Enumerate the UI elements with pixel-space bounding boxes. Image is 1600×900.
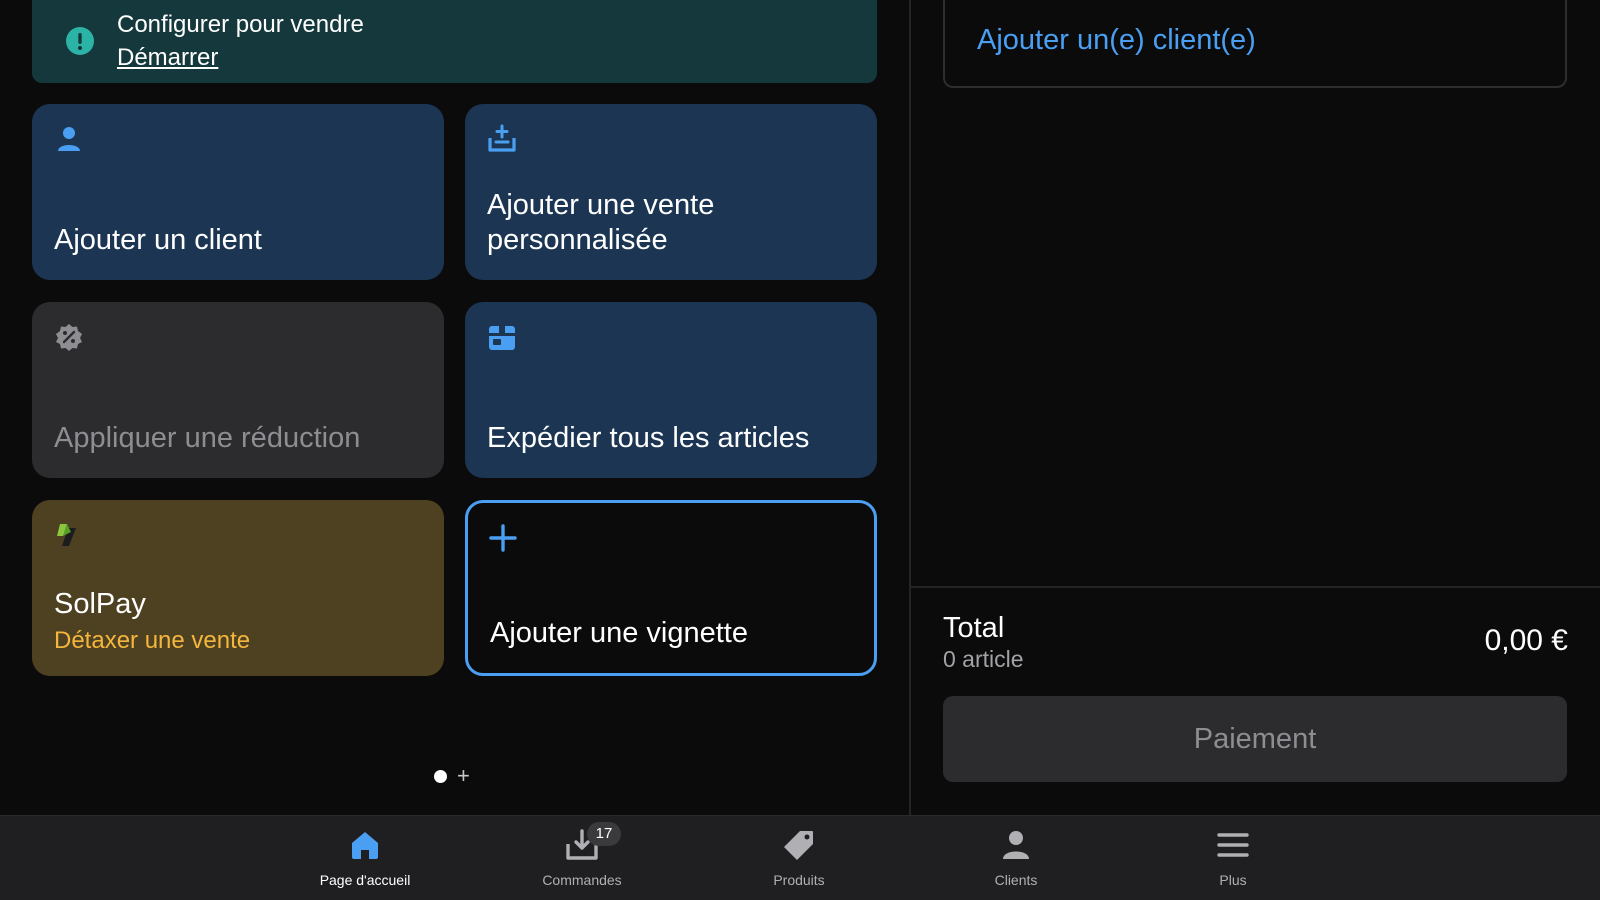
item-count: 0 article bbox=[943, 646, 1024, 672]
add-customer-label: Ajouter un client bbox=[54, 224, 262, 256]
ship-all-label: Expédier tous les articles bbox=[487, 422, 810, 454]
nav-home-label: Page d'accueil bbox=[319, 872, 411, 888]
page-dot-current[interactable] bbox=[434, 769, 447, 783]
nav-home[interactable]: Page d'accueil bbox=[275, 816, 455, 900]
custom-sale-tile[interactable]: Ajouter une vente personnalisée bbox=[465, 104, 877, 280]
total-label: Total bbox=[943, 612, 1005, 644]
page-indicator: + bbox=[434, 765, 470, 787]
start-link[interactable]: Démarrer bbox=[117, 42, 364, 74]
add-customer-link: Ajouter un(e) client(e) bbox=[977, 23, 1256, 56]
pay-button[interactable]: Paiement bbox=[943, 696, 1567, 782]
add-customer-to-cart[interactable]: Ajouter un(e) client(e) bbox=[943, 0, 1567, 88]
solpay-subtitle: Détaxer une vente bbox=[54, 627, 251, 654]
apply-discount-tile[interactable]: Appliquer une réduction bbox=[32, 302, 444, 478]
nav-products-label: Produits bbox=[773, 872, 825, 888]
person-icon bbox=[1003, 831, 1029, 859]
banner-title: Configurer pour vendre bbox=[117, 11, 364, 38]
add-page-icon[interactable]: + bbox=[457, 765, 470, 787]
nav-more-label: Plus bbox=[1219, 872, 1247, 888]
add-to-tray-icon bbox=[488, 124, 516, 152]
add-tile-label: Ajouter une vignette bbox=[490, 617, 748, 649]
nav-products[interactable]: Produits bbox=[709, 816, 889, 900]
total-amount: 0,00 € bbox=[1484, 624, 1568, 657]
shipping-box-icon bbox=[489, 326, 515, 350]
bottom-navigation: Page d'accueil 17 Commandes Produits Cli… bbox=[0, 815, 1600, 900]
orders-icon-wrap: 17 bbox=[565, 822, 621, 862]
solpay-tile[interactable]: SolPay Détaxer une vente bbox=[32, 500, 444, 676]
solpay-logo-icon bbox=[57, 524, 76, 546]
add-customer-tile[interactable]: Ajouter un client bbox=[32, 104, 444, 280]
orders-badge: 17 bbox=[587, 822, 621, 846]
alert-icon bbox=[66, 27, 94, 55]
menu-icon bbox=[1217, 833, 1249, 857]
solpay-title: SolPay bbox=[54, 588, 146, 620]
banner-text: Configurer pour vendre Démarrer bbox=[117, 10, 364, 74]
nav-orders[interactable]: 17 Commandes bbox=[492, 816, 672, 900]
cart-pane: Ajouter un(e) client(e) Total 0 article … bbox=[911, 0, 1600, 815]
discount-badge-icon bbox=[56, 324, 82, 351]
apply-discount-label: Appliquer une réduction bbox=[54, 422, 361, 454]
nav-orders-label: Commandes bbox=[542, 872, 622, 888]
person-icon bbox=[58, 127, 80, 151]
plus-icon bbox=[489, 524, 517, 552]
pos-home-screen: Configurer pour vendre Démarrer Ajouter … bbox=[0, 0, 1600, 900]
home-icon bbox=[352, 832, 378, 859]
setup-banner: Configurer pour vendre Démarrer bbox=[32, 0, 877, 83]
add-tile-button[interactable]: Ajouter une vignette bbox=[465, 500, 877, 676]
smart-grid-pane: Configurer pour vendre Démarrer Ajouter … bbox=[0, 0, 909, 815]
nav-clients-label: Clients bbox=[994, 872, 1038, 888]
custom-sale-label: Ajouter une vente personnalisée bbox=[487, 189, 715, 256]
tag-icon bbox=[784, 831, 813, 860]
ship-all-tile[interactable]: Expédier tous les articles bbox=[465, 302, 877, 478]
nav-more[interactable]: Plus bbox=[1143, 816, 1323, 900]
nav-clients[interactable]: Clients bbox=[926, 816, 1106, 900]
cart-divider bbox=[911, 586, 1600, 588]
